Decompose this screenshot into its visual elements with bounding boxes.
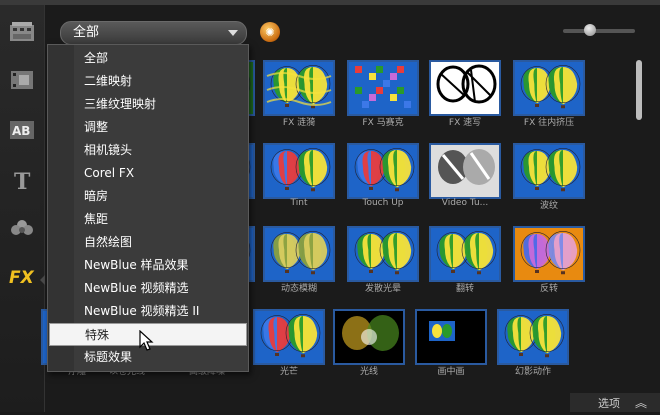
effect-thumbnail[interactable] bbox=[347, 226, 419, 282]
dropdown-item-label: 标题效果 bbox=[84, 350, 133, 364]
dropdown-item-label: 自然绘图 bbox=[84, 235, 133, 249]
effect-tile[interactable]: Touch Up bbox=[347, 143, 419, 215]
mouse-cursor-icon bbox=[139, 330, 154, 351]
dropdown-item-label: 全部 bbox=[84, 51, 109, 65]
effect-caption: Tint bbox=[290, 198, 308, 208]
instant-project-icon[interactable] bbox=[7, 65, 37, 95]
effect-caption: 发散光晕 bbox=[364, 284, 401, 294]
dropdown-item[interactable]: 自然绘图 bbox=[48, 231, 248, 254]
dropdown-item[interactable]: 二维映射 bbox=[48, 70, 248, 93]
effect-tile[interactable]: FX 马赛克 bbox=[347, 60, 419, 132]
zoom-slider-knob[interactable] bbox=[584, 24, 596, 36]
effect-caption: 幻影动作 bbox=[514, 367, 551, 377]
effect-thumbnail[interactable] bbox=[429, 143, 501, 199]
options-toggle[interactable]: 选项 ︽ bbox=[570, 393, 660, 412]
graphics-icon[interactable] bbox=[7, 213, 37, 243]
effect-caption: FX 速写 bbox=[448, 118, 482, 128]
dropdown-item-label: 特殊 bbox=[85, 328, 110, 342]
dropdown-item[interactable]: NewBlue 视频精选 bbox=[48, 277, 248, 300]
effect-tile[interactable]: FX 往内挤压 bbox=[513, 60, 585, 132]
effect-caption: 反转 bbox=[539, 284, 558, 294]
effect-caption: FX 涟漪 bbox=[282, 118, 316, 128]
effect-thumbnail[interactable] bbox=[497, 309, 569, 365]
options-label: 选项 bbox=[598, 397, 620, 410]
dropdown-item-label: 暗房 bbox=[84, 189, 109, 203]
effect-thumbnail[interactable] bbox=[253, 309, 325, 365]
effect-tile[interactable]: FX 速写 bbox=[429, 60, 501, 132]
effect-thumbnail[interactable] bbox=[429, 226, 501, 282]
effect-caption: Touch Up bbox=[362, 198, 404, 208]
library-sidebar: AB T FX bbox=[0, 5, 47, 412]
svg-text:FX: FX bbox=[9, 268, 35, 288]
category-combobox[interactable]: 全部 bbox=[60, 21, 247, 45]
effect-tile[interactable]: Video Tu... bbox=[429, 143, 501, 215]
effect-caption: 光芒 bbox=[279, 367, 298, 377]
effect-tile[interactable]: 画中画 bbox=[415, 309, 487, 381]
effect-thumbnail[interactable] bbox=[513, 60, 585, 116]
effect-tile[interactable]: Tint bbox=[263, 143, 335, 215]
dropdown-item[interactable]: 三维纹理映射 bbox=[48, 93, 248, 116]
vertical-scrollbar[interactable] bbox=[634, 55, 642, 415]
filter-icon[interactable]: FX bbox=[7, 261, 37, 291]
dropdown-item[interactable]: 相机镜头 bbox=[48, 139, 248, 162]
effect-thumbnail[interactable] bbox=[263, 143, 335, 199]
dropdown-item-label: 焦距 bbox=[84, 212, 109, 226]
effect-caption: 波纹 bbox=[539, 201, 558, 211]
effect-caption: FX 马赛克 bbox=[362, 118, 404, 128]
effect-tile[interactable]: 动态模糊 bbox=[263, 226, 335, 298]
category-selected: 全部 bbox=[73, 25, 100, 40]
effect-thumbnail[interactable] bbox=[333, 309, 405, 365]
dropdown-item[interactable]: Corel FX bbox=[48, 162, 248, 185]
effect-tile[interactable]: 发散光晕 bbox=[347, 226, 419, 298]
effect-tile[interactable]: 反转 bbox=[513, 226, 585, 298]
effect-tile[interactable]: 光芒 bbox=[253, 309, 325, 381]
dropdown-item-label: NewBlue 样品效果 bbox=[84, 258, 189, 272]
dropdown-item-label: Corel FX bbox=[84, 166, 135, 180]
fx-orb-icon[interactable]: ✺ bbox=[260, 22, 280, 42]
dropdown-item-label: 调整 bbox=[84, 120, 109, 134]
dropdown-item[interactable]: 焦距 bbox=[48, 208, 248, 231]
effect-tile[interactable]: FX 涟漪 bbox=[263, 60, 335, 132]
category-dropdown-menu: 全部二维映射三维纹理映射 调整相机镜头 Corel FX 暗房焦距自然绘图 NewBlu… bbox=[47, 44, 249, 372]
title-icon[interactable]: T bbox=[7, 165, 37, 195]
effect-thumbnail[interactable] bbox=[347, 60, 419, 116]
effect-thumbnail[interactable] bbox=[263, 60, 335, 116]
effect-tile[interactable]: 光线 bbox=[333, 309, 405, 381]
effect-thumbnail[interactable] bbox=[513, 143, 585, 199]
effect-caption: 动态模糊 bbox=[280, 284, 317, 294]
effect-thumbnail[interactable] bbox=[415, 309, 487, 365]
effect-thumbnail[interactable] bbox=[429, 60, 501, 116]
dropdown-item[interactable]: 调整 bbox=[48, 116, 248, 139]
dropdown-item[interactable]: NewBlue 样品效果 bbox=[48, 254, 248, 277]
svg-text:T: T bbox=[14, 169, 31, 192]
effect-thumbnail[interactable] bbox=[513, 226, 585, 282]
chevron-up-icon: ︽ bbox=[635, 396, 648, 410]
svg-text:AB: AB bbox=[12, 124, 30, 138]
effect-caption: 翻转 bbox=[455, 284, 474, 294]
dropdown-item-label: 二维映射 bbox=[84, 74, 133, 88]
effect-caption: Video Tu... bbox=[441, 198, 489, 208]
dropdown-item-label: 三维纹理映射 bbox=[84, 97, 157, 111]
dropdown-item[interactable]: 暗房 bbox=[48, 185, 248, 208]
dropdown-item-label: NewBlue 视频精选 bbox=[84, 281, 189, 295]
chevron-down-icon bbox=[228, 30, 238, 36]
effect-caption: 光线 bbox=[359, 367, 378, 377]
media-icon[interactable] bbox=[7, 17, 37, 47]
dropdown-item-label: 相机镜头 bbox=[84, 143, 133, 157]
effect-thumbnail[interactable] bbox=[347, 143, 419, 199]
dropdown-item[interactable]: NewBlue 视频精选 II bbox=[48, 300, 248, 323]
transition-icon[interactable]: AB bbox=[7, 115, 37, 145]
effect-tile[interactable]: 幻影动作 bbox=[497, 309, 569, 381]
effect-tile[interactable]: 波纹 bbox=[513, 143, 585, 215]
app-window: AB T FX 全部 ✺ FX 单色FX 涟漪FX 马赛克FX 速写FX 往内挤… bbox=[0, 0, 660, 412]
effect-caption: FX 往内挤压 bbox=[523, 118, 575, 128]
effect-tile[interactable]: 翻转 bbox=[429, 226, 501, 298]
effect-thumbnail[interactable] bbox=[263, 226, 335, 282]
dropdown-item-label: NewBlue 视频精选 II bbox=[84, 304, 200, 318]
scrollbar-thumb[interactable] bbox=[636, 60, 642, 120]
dropdown-item[interactable]: 全部 bbox=[48, 47, 248, 70]
zoom-slider[interactable] bbox=[563, 24, 635, 36]
effect-caption: 画中画 bbox=[437, 367, 465, 377]
